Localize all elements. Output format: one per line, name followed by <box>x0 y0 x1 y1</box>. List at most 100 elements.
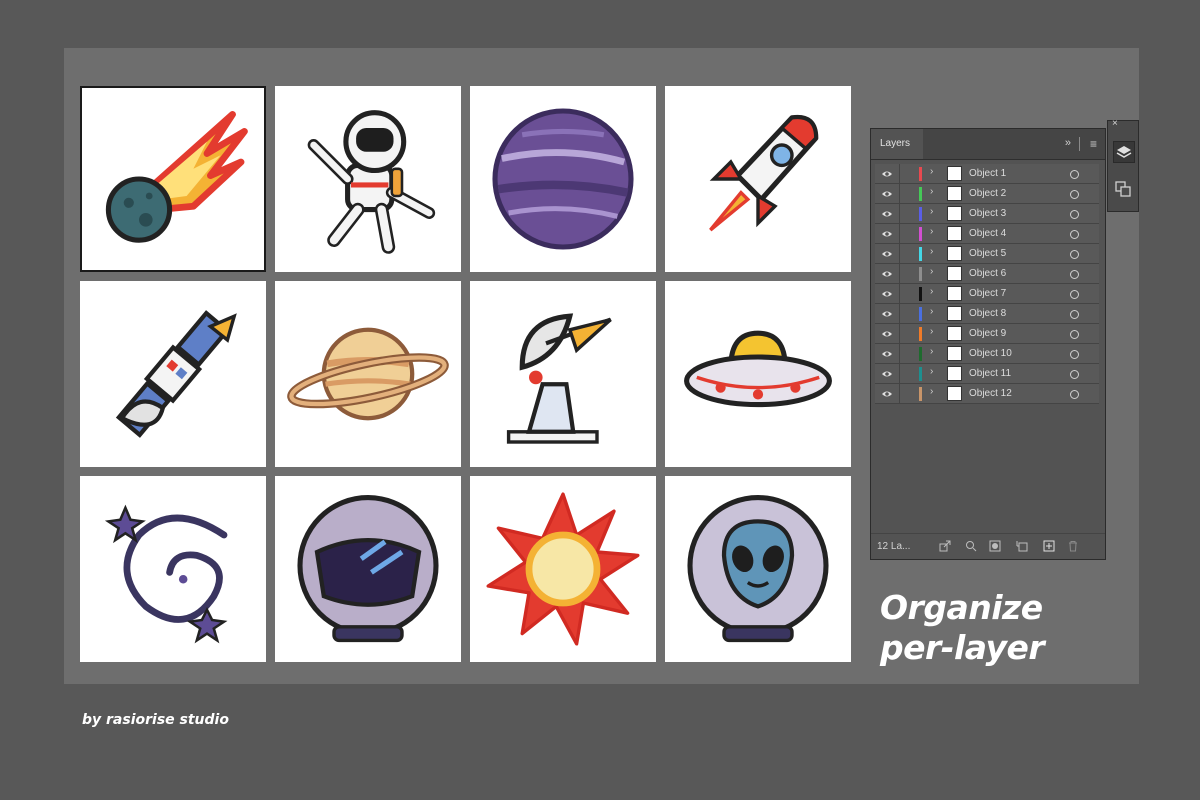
visibility-eye-icon[interactable] <box>881 248 893 260</box>
visibility-eye-icon[interactable] <box>881 188 893 200</box>
expand-chevron-icon[interactable]: › <box>930 306 933 317</box>
target-circle-icon[interactable] <box>1070 310 1079 319</box>
lock-column[interactable] <box>899 384 900 404</box>
artboard-1[interactable] <box>80 86 266 272</box>
layer-name[interactable]: Object 6 <box>969 268 1006 279</box>
layer-color-swatch <box>919 247 922 261</box>
artboard-10[interactable] <box>275 476 461 662</box>
layer-thumbnail <box>947 366 962 381</box>
layer-name[interactable]: Object 1 <box>969 168 1006 179</box>
visibility-eye-icon[interactable] <box>881 368 893 380</box>
expand-chevron-icon[interactable]: › <box>930 286 933 297</box>
layer-name[interactable]: Object 11 <box>969 368 1011 379</box>
target-circle-icon[interactable] <box>1070 190 1079 199</box>
artboard-5[interactable] <box>80 281 266 467</box>
layer-row[interactable]: › Object 8 <box>875 304 1099 324</box>
visibility-eye-icon[interactable] <box>881 168 893 180</box>
layer-name[interactable]: Object 5 <box>969 248 1006 259</box>
target-circle-icon[interactable] <box>1070 270 1079 279</box>
layer-row[interactable]: › Object 9 <box>875 324 1099 344</box>
delete-icon[interactable] <box>1067 540 1079 552</box>
target-circle-icon[interactable] <box>1070 170 1079 179</box>
visibility-eye-icon[interactable] <box>881 308 893 320</box>
artboards-dock-button[interactable] <box>1113 179 1135 201</box>
lock-column[interactable] <box>899 164 900 184</box>
close-icon[interactable]: × <box>1112 118 1118 129</box>
artboard-4[interactable] <box>665 86 851 272</box>
artboard-9[interactable] <box>80 476 266 662</box>
expand-chevron-icon[interactable]: › <box>930 226 933 237</box>
collect-export-icon[interactable] <box>939 540 951 552</box>
artboard-12[interactable] <box>665 476 851 662</box>
visibility-eye-icon[interactable] <box>881 348 893 360</box>
artboard-8[interactable] <box>665 281 851 467</box>
visibility-eye-icon[interactable] <box>881 288 893 300</box>
target-circle-icon[interactable] <box>1070 290 1079 299</box>
lock-column[interactable] <box>899 364 900 384</box>
lock-column[interactable] <box>899 304 900 324</box>
visibility-eye-icon[interactable] <box>881 228 893 240</box>
lock-column[interactable] <box>899 184 900 204</box>
layer-row[interactable]: › Object 12 <box>875 384 1099 404</box>
lock-column[interactable] <box>899 344 900 364</box>
layer-name[interactable]: Object 7 <box>969 288 1006 299</box>
lock-column[interactable] <box>899 284 900 304</box>
layer-name[interactable]: Object 12 <box>969 388 1012 399</box>
make-clipping-mask-icon[interactable] <box>989 540 1001 552</box>
artboard-3[interactable] <box>470 86 656 272</box>
target-circle-icon[interactable] <box>1070 250 1079 259</box>
expand-chevron-icon[interactable]: › <box>930 326 933 337</box>
expand-chevron-icon[interactable]: › <box>930 266 933 277</box>
layer-name[interactable]: Object 9 <box>969 328 1006 339</box>
artboards-icon <box>1115 181 1131 197</box>
expand-chevron-icon[interactable]: › <box>930 346 933 357</box>
expand-chevron-icon[interactable]: › <box>930 206 933 217</box>
target-circle-icon[interactable] <box>1070 370 1079 379</box>
layers-dock-button[interactable] <box>1113 141 1135 163</box>
artboard-7[interactable] <box>470 281 656 467</box>
new-sublayer-icon[interactable] <box>1016 540 1028 552</box>
layer-name[interactable]: Object 4 <box>969 228 1006 239</box>
target-circle-icon[interactable] <box>1070 230 1079 239</box>
layer-name[interactable]: Object 8 <box>969 308 1006 319</box>
layer-name[interactable]: Object 2 <box>969 188 1006 199</box>
target-circle-icon[interactable] <box>1070 330 1079 339</box>
lock-column[interactable] <box>899 224 900 244</box>
artboard-2[interactable] <box>275 86 461 272</box>
layer-row[interactable]: › Object 2 <box>875 184 1099 204</box>
target-circle-icon[interactable] <box>1070 350 1079 359</box>
expand-chevron-icon[interactable]: › <box>930 166 933 177</box>
visibility-eye-icon[interactable] <box>881 388 893 400</box>
layer-name[interactable]: Object 10 <box>969 348 1012 359</box>
layer-row[interactable]: › Object 11 <box>875 364 1099 384</box>
target-circle-icon[interactable] <box>1070 390 1079 399</box>
layer-row[interactable]: › Object 5 <box>875 244 1099 264</box>
visibility-eye-icon[interactable] <box>881 268 893 280</box>
lock-column[interactable] <box>899 204 900 224</box>
layer-name[interactable]: Object 3 <box>969 208 1006 219</box>
expand-chevron-icon[interactable]: › <box>930 246 933 257</box>
layer-row[interactable]: › Object 7 <box>875 284 1099 304</box>
tab-layers[interactable]: Layers <box>871 129 923 159</box>
artboard-6[interactable] <box>275 281 461 467</box>
lock-column[interactable] <box>899 244 900 264</box>
panel-menu-icon[interactable]: ≡ <box>1090 137 1097 151</box>
new-layer-icon[interactable] <box>1043 540 1055 552</box>
layer-row[interactable]: › Object 3 <box>875 204 1099 224</box>
alien-helmet-icon <box>687 495 829 643</box>
target-circle-icon[interactable] <box>1070 210 1079 219</box>
locate-object-icon[interactable] <box>965 540 977 552</box>
expand-chevron-icon[interactable]: › <box>930 366 933 377</box>
layer-row[interactable]: › Object 4 <box>875 224 1099 244</box>
layer-row[interactable]: › Object 10 <box>875 344 1099 364</box>
lock-column[interactable] <box>899 324 900 344</box>
layer-row[interactable]: › Object 6 <box>875 264 1099 284</box>
visibility-eye-icon[interactable] <box>881 328 893 340</box>
expand-chevron-icon[interactable]: › <box>930 186 933 197</box>
layer-row[interactable]: › Object 1 <box>875 164 1099 184</box>
collapse-panel-icon[interactable]: » <box>1065 137 1071 149</box>
visibility-eye-icon[interactable] <box>881 208 893 220</box>
expand-chevron-icon[interactable]: › <box>930 386 933 397</box>
artboard-11[interactable] <box>470 476 656 662</box>
lock-column[interactable] <box>899 264 900 284</box>
